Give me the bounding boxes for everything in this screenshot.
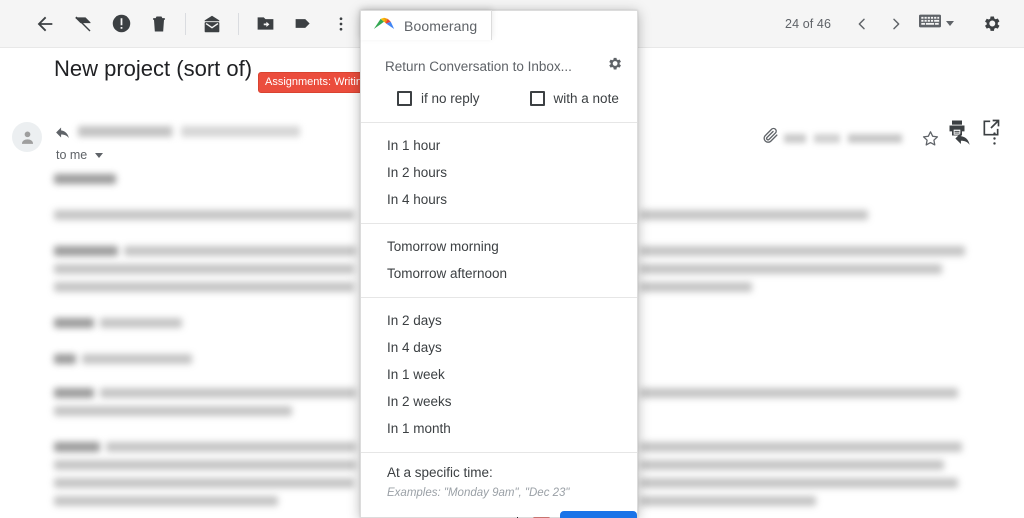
checkbox-with-a-note-label: with a note (553, 91, 619, 106)
time-option-tomorrow-afternoon[interactable]: Tomorrow afternoon (361, 260, 637, 287)
time-option-in-1-week[interactable]: In 1 week (361, 361, 637, 388)
time-option-in-1-hour[interactable]: In 1 hour (361, 132, 637, 159)
status-badge[interactable]: Assignments: Writin (258, 72, 370, 93)
message-date-redacted (784, 133, 902, 143)
specific-time-section: At a specific time: Examples: "Monday 9a… (361, 453, 637, 518)
next-message-button[interactable] (879, 7, 913, 41)
move-to-icon[interactable] (246, 5, 284, 43)
specific-time-input-row: 12/14/2018 04:38 PM (361, 499, 637, 518)
time-option-group-days: In 2 days In 4 days In 1 week In 2 weeks… (361, 298, 637, 453)
star-icon[interactable] (914, 122, 946, 154)
time-option-in-2-days[interactable]: In 2 days (361, 307, 637, 334)
report-spam-icon[interactable] (102, 5, 140, 43)
boomerang-popup-tab: Boomerang (360, 10, 492, 40)
time-option-group-hours: In 1 hour In 2 hours In 4 hours (361, 123, 637, 224)
previous-message-button[interactable] (845, 7, 879, 41)
attachment-icon[interactable] (761, 126, 780, 150)
keyboard-icon (919, 13, 941, 34)
boomerang-brand-label: Boomerang (404, 17, 478, 34)
sender-name-redacted (78, 126, 300, 137)
time-option-tomorrow-morning[interactable]: Tomorrow morning (361, 233, 637, 260)
back-arrow-icon[interactable] (26, 5, 64, 43)
time-option-in-2-weeks[interactable]: In 2 weeks (361, 388, 637, 415)
page-title: New project (sort of) (54, 56, 253, 81)
checkbox-icon (397, 91, 412, 106)
chevron-down-icon (946, 21, 954, 26)
recipient-dropdown[interactable]: to me (56, 148, 103, 162)
time-option-in-4-days[interactable]: In 4 days (361, 334, 637, 361)
boomerang-popup: Return Conversation to Inbox... if no re… (360, 10, 638, 518)
toolbar-nav-group: 24 of 46 (785, 5, 1024, 43)
time-option-group-tomorrow: Tomorrow morning Tomorrow afternoon (361, 224, 637, 298)
replied-indicator-icon (54, 124, 71, 146)
boomerang-popup-body: Return Conversation to Inbox... if no re… (361, 41, 637, 518)
specific-time-examples: Examples: "Monday 9am", "Dec 23" (387, 487, 570, 499)
recipient-label: to me (56, 148, 88, 162)
avatar (12, 122, 42, 152)
time-option-in-2-hours[interactable]: In 2 hours (361, 159, 637, 186)
toolbar-action-group (0, 5, 360, 43)
confirm-button[interactable]: Confirm (559, 511, 637, 518)
time-option-in-1-month[interactable]: In 1 month (361, 415, 637, 442)
chevron-down-icon (94, 153, 103, 159)
boomerang-logo-icon (373, 16, 395, 36)
delete-icon[interactable] (140, 5, 178, 43)
specific-time-title: At a specific time: (387, 465, 493, 480)
return-conversation-header: Return Conversation to Inbox... (361, 41, 637, 87)
input-tools-selector[interactable] (919, 13, 954, 34)
archive-icon[interactable] (64, 5, 102, 43)
return-conversation-title: Return Conversation to Inbox... (385, 58, 572, 74)
boomerang-condition-checkboxes: if no reply with a note (361, 87, 637, 122)
labels-icon[interactable] (284, 5, 322, 43)
settings-gear-icon[interactable] (972, 5, 1010, 43)
checkbox-with-a-note[interactable]: with a note (529, 91, 619, 106)
mark-unread-icon[interactable] (193, 5, 231, 43)
reply-icon[interactable] (946, 122, 978, 154)
toolbar-divider (238, 12, 239, 35)
toolbar-divider (185, 12, 186, 35)
checkbox-if-no-reply[interactable]: if no reply (397, 91, 480, 106)
return-conversation-section: Return Conversation to Inbox... if no re… (361, 41, 637, 123)
checkbox-icon (529, 91, 545, 106)
message-counter: 24 of 46 (785, 16, 831, 31)
message-more-options-icon[interactable] (978, 122, 1010, 154)
checkbox-if-no-reply-label: if no reply (421, 91, 480, 106)
gmail-conversation-view: 24 of 46 New project (sort of) Assignmen… (0, 0, 1024, 518)
message-actions (761, 122, 1010, 154)
time-option-in-4-hours[interactable]: In 4 hours (361, 186, 637, 213)
boomerang-settings-gear-icon[interactable] (606, 55, 623, 77)
more-options-icon[interactable] (322, 5, 360, 43)
